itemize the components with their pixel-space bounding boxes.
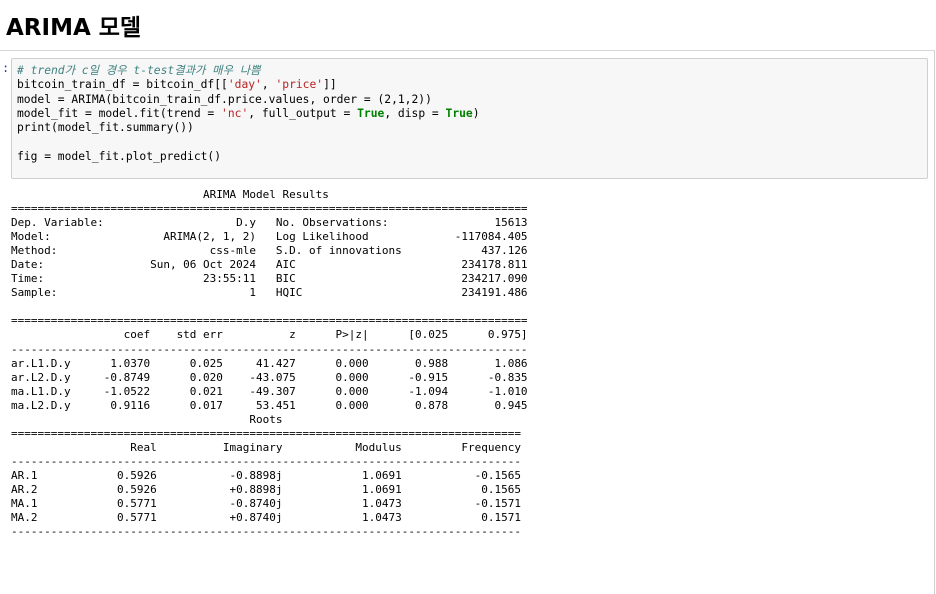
output-line: MA.1 0.5771 -0.8740j 1.0473 -0.1571: [11, 497, 521, 511]
code-token: ]]: [323, 78, 337, 92]
output-line: Real Imaginary Modulus Frequency: [11, 440, 521, 454]
code-token: , disp =: [384, 106, 446, 120]
code-token: ,: [261, 78, 276, 92]
code-token: model_fit = model.fit(trend =: [17, 106, 222, 120]
code-line: print(model_fit.summary()): [17, 121, 194, 134]
code-line: fig = model_fit.plot_predict(): [17, 150, 221, 163]
code-token: fig = model_fit.plot_predict(): [17, 149, 222, 163]
code-text[interactable]: # trend가 c일 경우 t-test결과가 매우 나쁨 bitcoin_t…: [17, 64, 480, 164]
output-line: ========================================…: [11, 314, 528, 328]
code-token: 'price': [275, 78, 324, 92]
output-line: ar.L2.D.y -0.8749 0.020 -43.075 0.000 -0…: [11, 370, 528, 384]
output-line: ar.L1.D.y 1.0370 0.025 41.427 0.000 0.98…: [11, 356, 528, 370]
cell-output: ARIMA Model Results ====================…: [11, 188, 528, 539]
code-line: # trend가 c일 경우 t-test결과가 매우 나쁨: [17, 64, 261, 77]
output-line: ma.L1.D.y -1.0522 0.021 -49.307 0.000 -1…: [11, 384, 528, 398]
output-line: Roots: [11, 412, 283, 426]
code-token: 'nc': [221, 106, 249, 120]
code-cell-editor[interactable]: # trend가 c일 경우 t-test결과가 매우 나쁨 bitcoin_t…: [11, 58, 928, 179]
code-token: True: [445, 106, 473, 120]
code-token: print: [17, 121, 52, 135]
code-token: model = ARIMA(bitcoin_train_df.price.val…: [17, 92, 432, 106]
code-token: bitcoin_train_df = bitcoin_df[[: [17, 78, 228, 92]
output-line: Sample: 1 HQIC 234191.486: [11, 286, 528, 300]
code-token: (model_fit.summary()): [51, 121, 194, 135]
code-line: model_fit = model.fit(trend = 'nc', full…: [17, 107, 480, 120]
output-line: Time: 23:55:11 BIC 234217.090: [11, 272, 528, 286]
code-line: model = ARIMA(bitcoin_train_df.price.val…: [17, 93, 432, 106]
output-line: AR.2 0.5926 +0.8898j 1.0691 0.1565: [11, 482, 521, 496]
code-token: True: [357, 106, 385, 120]
code-token: ): [472, 106, 480, 120]
code-token: # trend가 c일 경우 t-test결과가 매우 나쁨: [17, 64, 261, 77]
code-token: , full_output =: [248, 106, 358, 120]
output-line: ma.L2.D.y 0.9116 0.017 53.451 0.000 0.87…: [11, 398, 528, 412]
output-line: Method: css-mle S.D. of innovations 437.…: [11, 244, 528, 258]
output-line: ----------------------------------------…: [11, 454, 521, 468]
output-line: ========================================…: [11, 202, 528, 216]
output-line: AR.1 0.5926 -0.8898j 1.0691 -0.1565: [11, 468, 521, 482]
output-line: Dep. Variable: D.y No. Observations: 156…: [11, 216, 528, 230]
output-line: Date: Sun, 06 Oct 2024 AIC 234178.811: [11, 258, 528, 272]
cell-prompt: :: [2, 61, 10, 75]
output-line: ----------------------------------------…: [11, 342, 528, 356]
output-line: coef std err z P>|z| [0.025 0.975]: [11, 328, 528, 342]
output-line: MA.2 0.5771 +0.8740j 1.0473 0.1571: [11, 511, 521, 525]
output-line: ========================================…: [11, 426, 521, 440]
output-line: ----------------------------------------…: [11, 525, 521, 539]
output-line: Model: ARIMA(2, 1, 2) Log Likelihood -11…: [11, 230, 528, 244]
code-token: 'day': [227, 78, 262, 92]
output-line: ARIMA Model Results: [11, 188, 329, 201]
section-heading: ARIMA 모델: [6, 15, 142, 41]
code-line: bitcoin_train_df = bitcoin_df[['day', 'p…: [17, 78, 337, 91]
